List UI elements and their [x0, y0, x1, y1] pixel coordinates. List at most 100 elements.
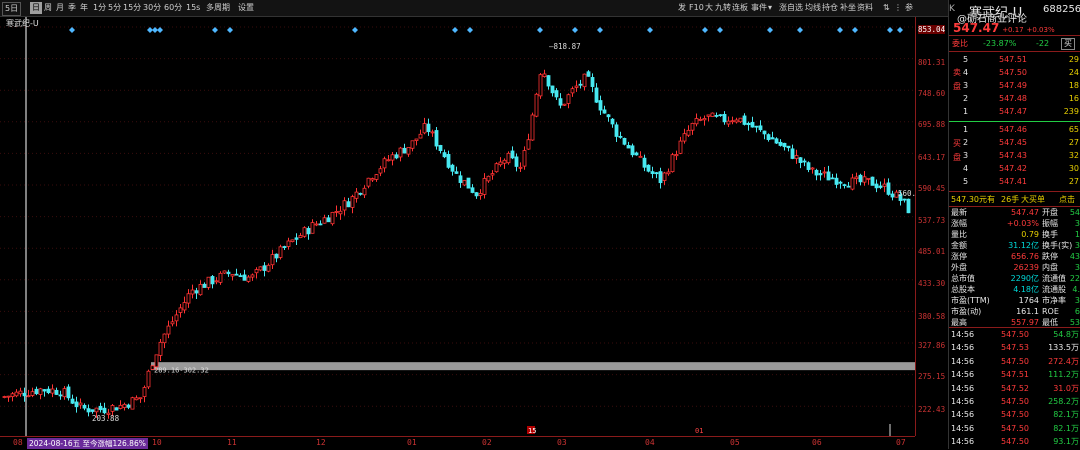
ask-volume: 16 — [1068, 94, 1079, 103]
stat-key2: 流通值 — [1042, 274, 1066, 283]
candle-body — [770, 137, 775, 140]
stat-key2: 换手(实) — [1042, 241, 1073, 250]
info-button[interactable]: 资料 — [855, 2, 875, 14]
bid-level: 2 — [963, 138, 969, 147]
period-15s-button[interactable]: 15s — [184, 2, 202, 14]
stat-row: 总股本 4.18亿 流通股 4. — [949, 284, 1080, 295]
candle-body — [846, 185, 851, 188]
wb-buy-button[interactable]: 买 — [1061, 38, 1075, 50]
candle-body — [362, 187, 367, 196]
candle-body — [558, 98, 563, 106]
tick-row: 14:56 547.50 272.4万 — [949, 355, 1080, 368]
bid-row: 1 547.46 65 — [949, 123, 1080, 136]
candle-body — [714, 115, 719, 117]
stat-key2: 跌停 — [1042, 252, 1058, 261]
big-order-action[interactable]: 点击 — [1059, 193, 1075, 206]
candle-body — [874, 183, 879, 189]
candle-body — [138, 397, 143, 400]
candle-body — [706, 114, 711, 117]
holdings-button[interactable]: 持仓 — [820, 2, 840, 14]
candle-body — [570, 88, 575, 94]
candle-body — [306, 228, 311, 235]
candle-body — [378, 168, 383, 174]
bid-row: 3 547.43 32 — [949, 149, 1080, 162]
candle-body — [566, 94, 571, 104]
period-quarter-button[interactable]: 季 — [66, 2, 78, 14]
stat-key: 金额 — [951, 241, 967, 250]
period-day-button[interactable]: 日 — [30, 2, 42, 14]
multi-period-button[interactable]: 多周期 — [204, 2, 232, 14]
candle-body — [850, 177, 855, 190]
period-60min-button[interactable]: 60分 — [162, 2, 184, 14]
stat-key2: ROE — [1042, 307, 1059, 316]
candle-body — [562, 103, 567, 106]
period-month-button[interactable]: 月 — [54, 2, 66, 14]
candle-body — [794, 155, 799, 159]
ask-volume: 29 — [1068, 55, 1079, 64]
candle-body — [210, 276, 215, 285]
candle-body — [254, 269, 259, 274]
candle-body — [222, 270, 227, 274]
stat-value2: 3 — [1074, 263, 1080, 272]
candle-body — [114, 407, 119, 411]
period-toolbar: 5日 日 周 月 季 年 1分 5分 15分 30分 60分 15s 多周期 设… — [0, 0, 1080, 17]
candle-body — [230, 274, 235, 277]
add-watchlist-button[interactable]: 涨自选 — [777, 2, 805, 14]
candle-body — [174, 314, 179, 322]
y-tick-label: 380.58 — [918, 312, 946, 321]
candle-body — [498, 161, 503, 166]
candle-body — [22, 392, 27, 397]
event-marker-icon — [647, 27, 653, 33]
tick-time: 14:56 — [951, 343, 975, 353]
x-tick-label: 07 — [896, 438, 906, 447]
candle-body — [382, 158, 387, 169]
y-tick-label: 801.31 — [918, 58, 946, 67]
event-marker-icon — [537, 27, 543, 33]
candle-body — [318, 223, 323, 226]
period-week-button[interactable]: 周 — [42, 2, 54, 14]
range-label: 289.16-302.32 — [154, 367, 209, 375]
settings-button[interactable]: 设置 — [236, 2, 256, 14]
stats-table: 最新 547.47 开盘 54 涨幅 +0.03% 振幅 3 量比 0.79 换手 1 金额 31.12亿… — [949, 207, 1080, 328]
kline-chart-area[interactable]: 寒武纪-U —818.87 203.88 289.16-302.32 560. 15 01 — [0, 17, 948, 449]
limit-board-button[interactable]: 连板 — [730, 2, 750, 14]
candle-body — [494, 163, 499, 173]
candle-body — [6, 395, 11, 398]
candle-body — [830, 177, 835, 180]
candle-body — [790, 148, 795, 159]
candle-body — [746, 122, 751, 126]
chevron-down-icon[interactable]: ▾ — [766, 2, 776, 14]
settings-slider-icon[interactable]: ⇅ — [881, 2, 892, 14]
candle-body — [214, 280, 219, 283]
candle-body — [70, 398, 75, 404]
y-tick-label: 643.17 — [918, 153, 946, 162]
big-order-type: 大买单 — [1021, 195, 1045, 204]
back-icon[interactable]: K — [949, 4, 955, 14]
candle-body — [602, 109, 607, 114]
period-15min-button[interactable]: 15分 — [121, 2, 143, 14]
event-marker-icon — [157, 27, 163, 33]
tick-volume: 54.8万 — [1053, 330, 1079, 339]
bid-volume: 65 — [1068, 125, 1079, 134]
candle-body — [434, 130, 439, 147]
period-year-button[interactable]: 年 — [78, 2, 90, 14]
candle-body — [310, 222, 315, 234]
big-order-row[interactable]: 547.30元有 26手 大买单 点击 — [949, 193, 1080, 206]
stat-row: 涨停 656.76 跌停 43 — [949, 251, 1080, 262]
tick-price: 547.53 — [1001, 343, 1029, 353]
period-30min-button[interactable]: 30分 — [141, 2, 163, 14]
tick-volume: 93.1万 — [1053, 437, 1079, 447]
candle-body — [422, 123, 427, 134]
stat-value2: 3 — [1074, 296, 1080, 305]
stat-value2: 3 — [1074, 219, 1080, 228]
candle-body — [270, 254, 275, 266]
event-marker-icon — [572, 27, 578, 33]
candle-body — [674, 154, 679, 157]
x-tick-label: 05 — [730, 438, 740, 447]
candle-body — [538, 74, 543, 97]
bid-level: 1 — [963, 125, 969, 134]
param-button[interactable]: 参 — [903, 2, 915, 14]
candle-body — [446, 154, 451, 168]
candle-body — [62, 388, 67, 398]
period-5day-button[interactable]: 5日 — [2, 2, 22, 16]
